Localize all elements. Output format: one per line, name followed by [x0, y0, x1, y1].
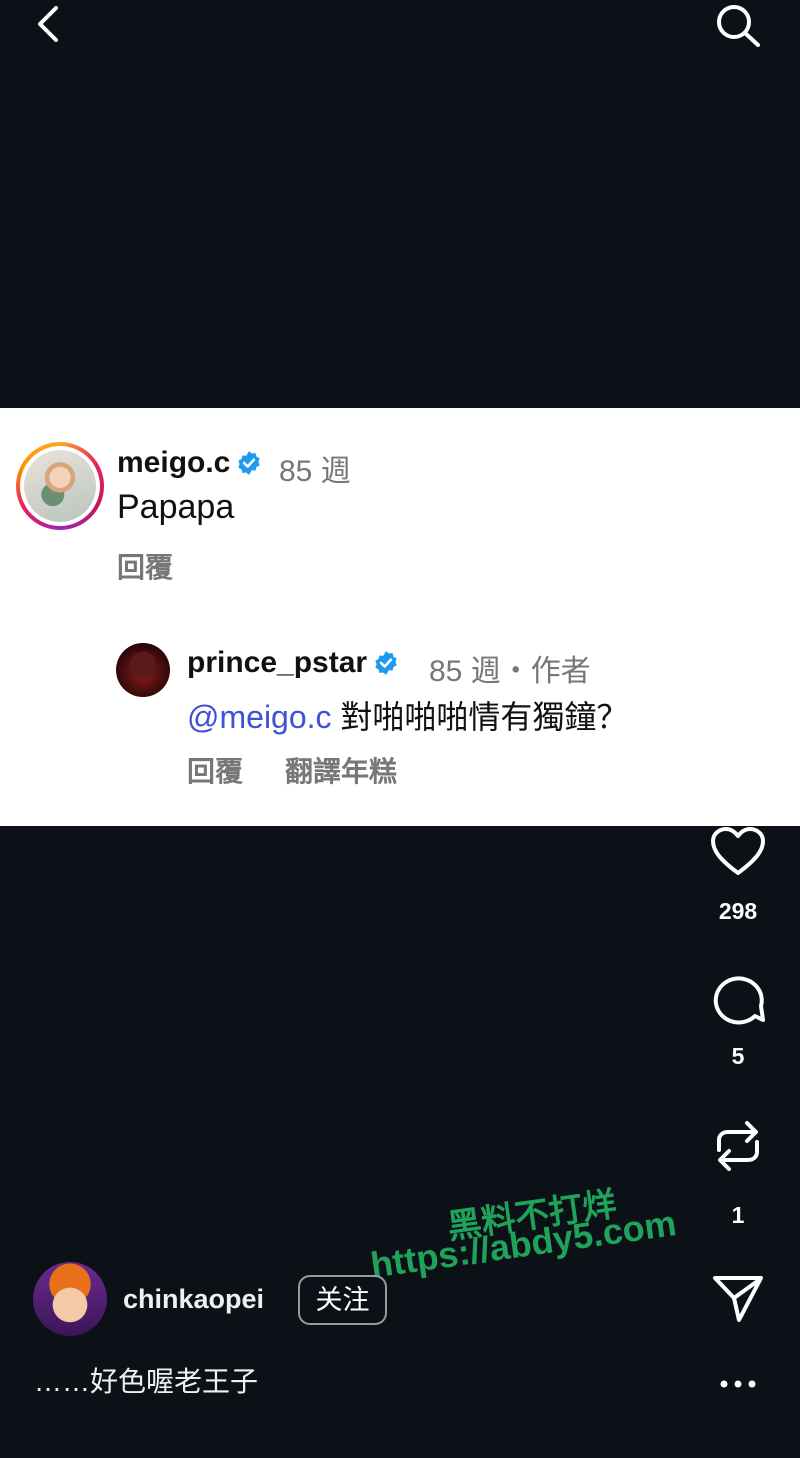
poster-username[interactable]: chinkaopei	[123, 1284, 264, 1315]
comment-button[interactable]	[700, 972, 776, 1028]
share-send-icon	[713, 1276, 763, 1322]
search-button[interactable]	[708, 0, 764, 50]
top-bar	[0, 0, 800, 70]
replier-username-text: prince_pstar	[187, 646, 368, 679]
heart-icon	[711, 827, 765, 875]
replier-username[interactable]: prince_pstar	[187, 646, 399, 680]
comment-screenshot-card: meigo.c 85 週 Papapa 回覆 prince_pstar 85 週…	[0, 408, 800, 826]
reply-reply-button[interactable]: 回覆	[187, 750, 243, 790]
replier-avatar[interactable]	[116, 643, 170, 697]
translate-button[interactable]: 翻譯年糕	[285, 750, 397, 790]
commenter-avatar[interactable]	[16, 442, 104, 530]
commenter-username-text: meigo.c	[117, 446, 231, 479]
repost-icon	[717, 1121, 759, 1171]
like-button[interactable]	[700, 826, 776, 878]
repost-count: 1	[731, 1202, 745, 1228]
search-icon	[717, 5, 760, 47]
comment-count: 5	[731, 1043, 745, 1069]
back-chevron-icon	[38, 6, 58, 42]
post-caption: ……好色喔老王子	[34, 1366, 259, 1397]
like-count: 298	[718, 898, 758, 924]
reply-text-body: 對啪啪啪情有獨鐘？	[331, 699, 629, 735]
more-options-button[interactable]	[716, 1372, 760, 1396]
poster-avatar[interactable]	[33, 1262, 107, 1336]
comment-reply-button[interactable]: 回覆	[117, 546, 173, 586]
back-button[interactable]	[28, 2, 68, 46]
comment-time: 85 週	[279, 455, 351, 488]
share-button[interactable]	[700, 1272, 776, 1324]
repost-button[interactable]	[700, 1116, 776, 1176]
verified-badge-icon	[375, 651, 397, 675]
comment-text: Papapa	[117, 488, 235, 526]
reply-mention-link[interactable]: @meigo.c	[187, 699, 332, 735]
reply-text: @meigo.c 對啪啪啪情有獨鐘？	[187, 692, 628, 738]
comment-bubble-icon	[713, 976, 765, 1025]
verified-badge-icon	[238, 451, 261, 475]
follow-button[interactable]: 关注	[298, 1275, 387, 1325]
more-dots-icon	[720, 1380, 756, 1388]
commenter-username[interactable]: meigo.c	[117, 446, 262, 480]
reply-time-author: 85 週・作者	[429, 655, 591, 688]
